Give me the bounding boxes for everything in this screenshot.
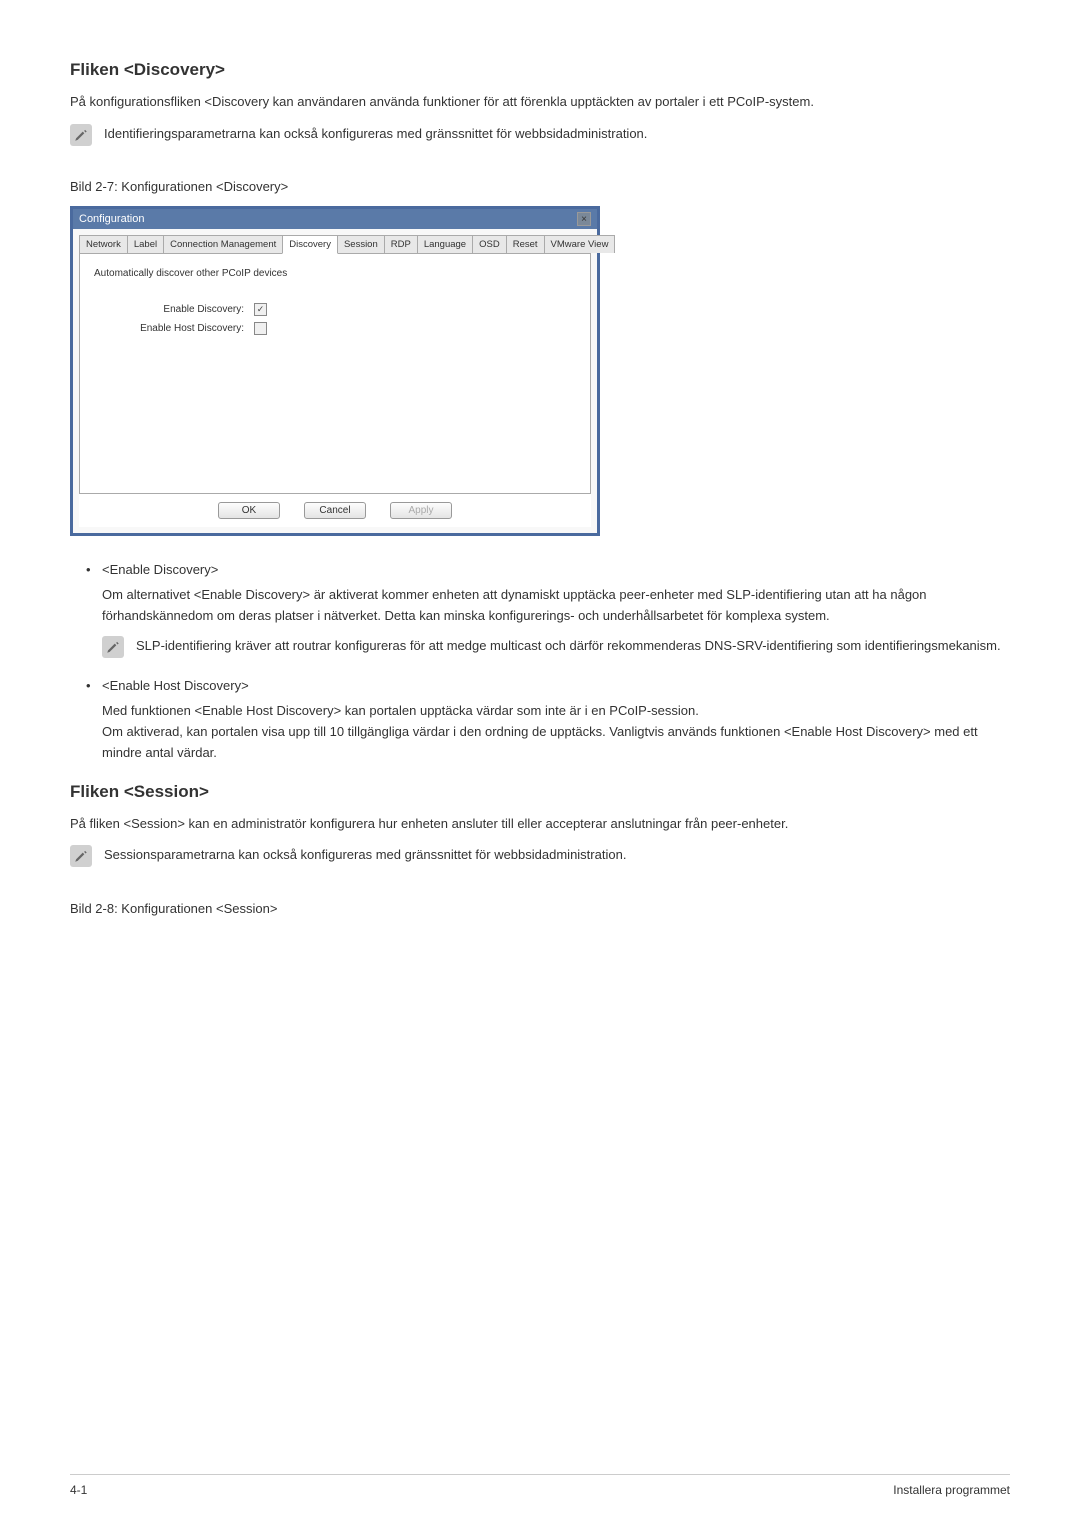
footer-section-label: Installera programmet	[893, 1483, 1010, 1497]
list-item: • <Enable Host Discovery> Med funktionen…	[86, 676, 1010, 763]
tab-description: Automatically discover other PCoIP devic…	[94, 268, 576, 279]
enable-discovery-checkbox[interactable]	[254, 303, 267, 316]
dialog-tab-content: Automatically discover other PCoIP devic…	[79, 254, 591, 494]
figure-caption-27: Bild 2-7: Konfigurationen <Discovery>	[70, 179, 1010, 194]
heading-discovery: Fliken <Discovery>	[70, 60, 1010, 80]
pencil-note-icon	[70, 124, 92, 146]
dialog-title-text: Configuration	[79, 213, 144, 225]
pencil-note-icon	[70, 845, 92, 867]
tab-discovery[interactable]: Discovery	[282, 235, 338, 254]
heading-session: Fliken <Session>	[70, 782, 1010, 802]
page-number: 4-1	[70, 1483, 87, 1497]
dialog-tabs: Network Label Connection Management Disc…	[79, 235, 591, 254]
note-session: Sessionsparametrarna kan också konfigure…	[70, 845, 1010, 871]
intro-session: På fliken <Session> kan en administratör…	[70, 814, 1010, 834]
bullet-text: Med funktionen <Enable Host Discovery> k…	[102, 701, 1010, 763]
tab-reset[interactable]: Reset	[506, 235, 545, 253]
close-icon[interactable]: ×	[577, 212, 591, 226]
dialog-titlebar: Configuration ×	[73, 209, 597, 229]
dialog-footer: OK Cancel Apply	[79, 494, 591, 527]
apply-button[interactable]: Apply	[390, 502, 452, 519]
enable-discovery-label: Enable Discovery:	[94, 304, 254, 315]
note-text: Identifieringsparametrarna kan också kon…	[104, 124, 647, 144]
tab-network[interactable]: Network	[79, 235, 128, 253]
tab-language[interactable]: Language	[417, 235, 473, 253]
tab-osd[interactable]: OSD	[472, 235, 507, 253]
tab-label[interactable]: Label	[127, 235, 164, 253]
note-discovery: Identifieringsparametrarna kan också kon…	[70, 124, 1010, 150]
ok-button[interactable]: OK	[218, 502, 280, 519]
tab-vmware-view[interactable]: VMware View	[544, 235, 616, 253]
tab-rdp[interactable]: RDP	[384, 235, 418, 253]
enable-host-discovery-checkbox[interactable]	[254, 322, 267, 335]
bullet-list: • <Enable Discovery> Om alternativet <En…	[86, 560, 1010, 764]
enable-host-discovery-label: Enable Host Discovery:	[94, 323, 254, 334]
bullet-title: <Enable Host Discovery>	[102, 676, 1010, 697]
config-dialog: Configuration × Network Label Connection…	[70, 206, 600, 536]
tab-connection-management[interactable]: Connection Management	[163, 235, 283, 253]
page-footer: 4-1 Installera programmet	[70, 1474, 1010, 1497]
bullet-icon: •	[86, 560, 102, 668]
cancel-button[interactable]: Cancel	[304, 502, 366, 519]
bullet-note: SLP-identifiering kräver att routrar kon…	[102, 636, 1010, 658]
bullet-icon: •	[86, 676, 102, 763]
tab-session[interactable]: Session	[337, 235, 385, 253]
list-item: • <Enable Discovery> Om alternativet <En…	[86, 560, 1010, 668]
bullet-note-text: SLP-identifiering kräver att routrar kon…	[136, 636, 1001, 657]
bullet-text: Om alternativet <Enable Discovery> är ak…	[102, 585, 1010, 627]
bullet-title: <Enable Discovery>	[102, 560, 1010, 581]
note-text: Sessionsparametrarna kan också konfigure…	[104, 845, 626, 865]
figure-caption-28: Bild 2-8: Konfigurationen <Session>	[70, 901, 1010, 916]
pencil-note-icon	[102, 636, 124, 658]
intro-discovery: På konfigurationsfliken <Discovery kan a…	[70, 92, 1010, 112]
